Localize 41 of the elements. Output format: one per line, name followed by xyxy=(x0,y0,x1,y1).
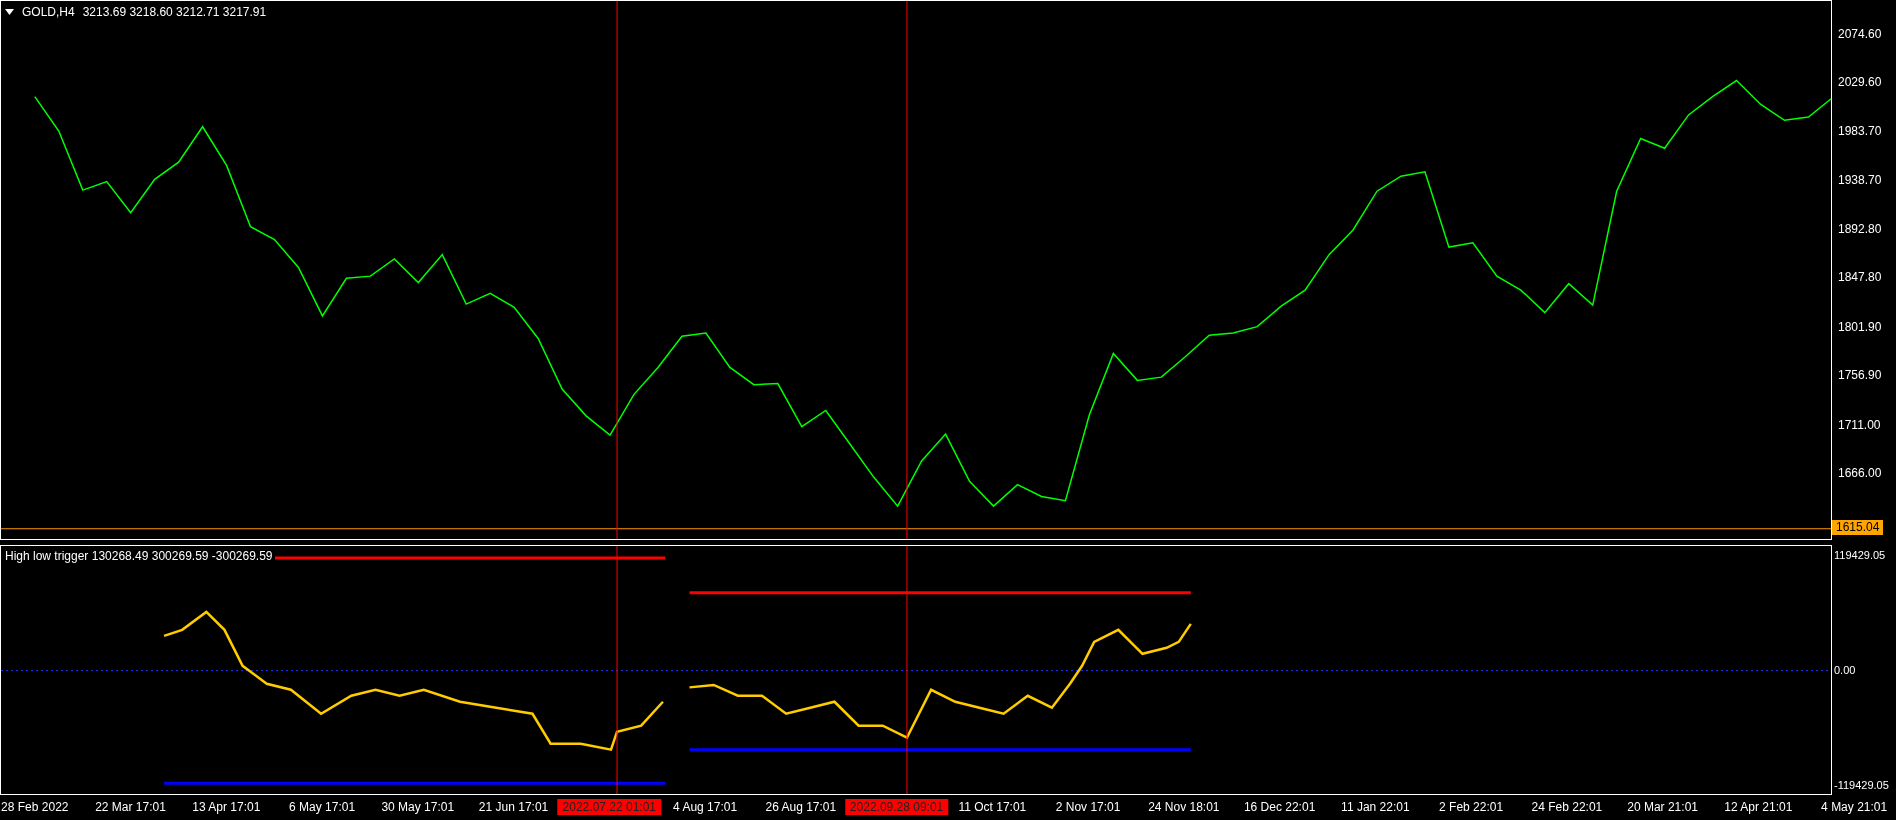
price-axis-label: 1801.90 xyxy=(1838,319,1882,334)
time-axis-label: 4 Aug 17:01 xyxy=(673,799,738,815)
time-axis-label: 22 Mar 17:01 xyxy=(95,799,166,815)
time-axis-label: 12 Apr 21:01 xyxy=(1724,799,1793,815)
ohlc-values: 3213.69 3218.60 3212.71 3217.91 xyxy=(82,4,267,21)
cursor-time-label: 2022.09.28 09:01 xyxy=(844,799,949,815)
time-axis-label: 13 Apr 17:01 xyxy=(192,799,261,815)
time-axis-label: 30 May 17:01 xyxy=(381,799,455,815)
price-axis-label: 1938.70 xyxy=(1838,172,1882,187)
cursor-time-label: 2022.07.22 01:01 xyxy=(557,799,661,815)
price-axis-label: 1847.80 xyxy=(1838,270,1882,285)
time-axis-label: 11 Jan 22:01 xyxy=(1341,799,1410,815)
vertical-marker-line[interactable] xyxy=(616,546,618,794)
price-axis-label: 2029.60 xyxy=(1838,75,1882,90)
time-axis-label: 26 Aug 17:01 xyxy=(765,799,837,815)
vertical-marker-line[interactable] xyxy=(616,1,618,539)
time-axis-label: 24 Nov 18:01 xyxy=(1148,799,1220,815)
time-axis-label: 20 Mar 21:01 xyxy=(1627,799,1698,815)
vertical-marker-line[interactable] xyxy=(906,1,908,539)
dropdown-triangle-icon[interactable] xyxy=(5,9,14,15)
current-price-tag: 1615.04 xyxy=(1832,520,1884,535)
vertical-marker-line[interactable] xyxy=(906,546,908,794)
time-axis-label: 11 Oct 17:01 xyxy=(958,799,1027,815)
price-axis-label: 1666.00 xyxy=(1838,465,1882,480)
price-axis-label: 2074.60 xyxy=(1838,26,1882,41)
indicator-axis-label: 0.00 xyxy=(1833,662,1857,678)
time-axis-label: 4 May 21:01 xyxy=(1821,799,1888,815)
price-axis-label: 1892.80 xyxy=(1838,222,1882,237)
time-axis-label: 6 May 17:01 xyxy=(289,799,356,815)
price-axis-label: 1711.00 xyxy=(1838,417,1881,432)
time-axis-label: 24 Feb 22:01 xyxy=(1531,799,1603,815)
indicator-axis-label: 119429.05 xyxy=(1833,548,1887,563)
time-axis-label: 28 Feb 2022 xyxy=(1,799,69,815)
time-axis-label: 2 Nov 17:01 xyxy=(1055,799,1121,815)
price-axis-label: 1756.90 xyxy=(1838,368,1882,383)
time-axis-label: 16 Dec 22:01 xyxy=(1243,799,1316,815)
indicator-axis-label: -119429.05 xyxy=(1833,777,1890,793)
time-axis-label: 2 Feb 22:01 xyxy=(1439,799,1504,815)
symbol-label: GOLD,H4 xyxy=(22,4,75,21)
time-axis-label: 21 Jun 17:01 xyxy=(478,799,549,815)
price-axis-label: 1983.70 xyxy=(1838,124,1882,139)
